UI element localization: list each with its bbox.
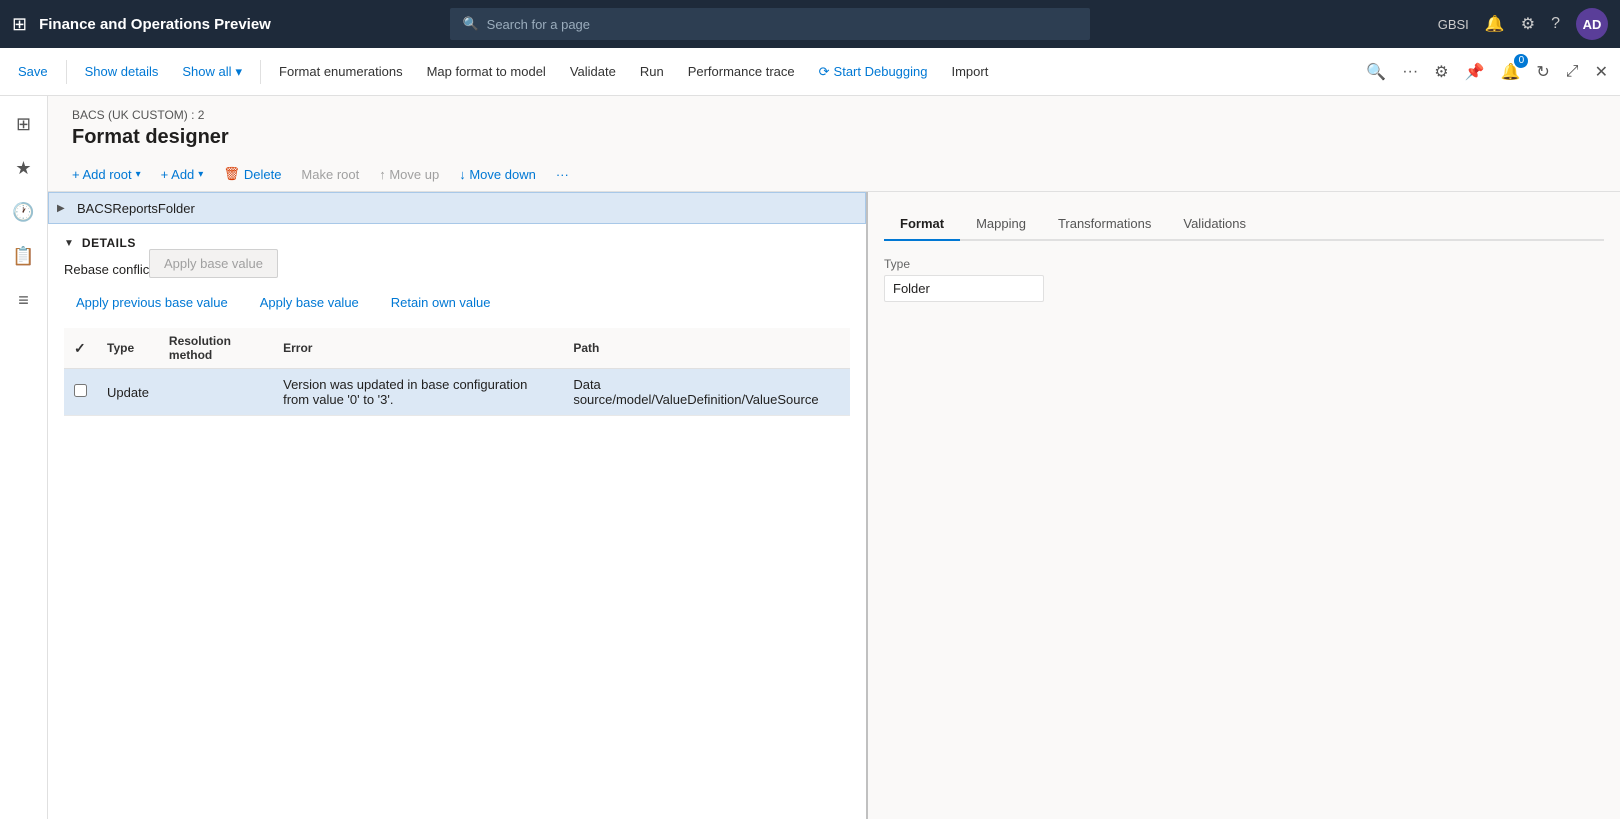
save-button[interactable]: Save <box>8 58 58 85</box>
more-options-button[interactable]: ··· <box>548 162 577 187</box>
details-header[interactable]: ▼ DETAILS <box>64 236 850 250</box>
page-title: Format designer <box>72 126 1596 149</box>
settings-icon[interactable]: ⚙ <box>1430 58 1452 86</box>
details-title: DETAILS <box>82 236 136 250</box>
apply-base-value-button[interactable]: Apply base value <box>248 289 371 316</box>
error-cell: Version was updated in base configuratio… <box>273 369 563 416</box>
expand-icon[interactable]: ⤢ <box>1562 59 1583 85</box>
path-cell: Data source/model/ValueDefinition/ValueS… <box>563 369 850 416</box>
sidebar-menu-icon[interactable]: ≡ <box>4 280 44 320</box>
search-bar[interactable]: 🔍 <box>450 8 1090 40</box>
page-header: BACS (UK CUSTOM) : 2 Format designer <box>48 96 1620 157</box>
table-row[interactable]: Update Version was updated in base confi… <box>64 369 850 416</box>
add-root-button[interactable]: + Add root ▾ <box>64 162 149 187</box>
col-type-header: Type <box>97 328 159 369</box>
main-layout: ⊞ ★ 🕐 📋 ≡ BACS (UK CUSTOM) : 2 Format de… <box>0 96 1620 819</box>
col-resolved-header: ✓ <box>64 328 97 369</box>
run-button[interactable]: Run <box>630 58 674 85</box>
start-debugging-button[interactable]: ⟳ Start Debugging <box>809 58 938 86</box>
type-label: Type <box>884 257 1604 271</box>
tab-mapping[interactable]: Mapping <box>960 208 1042 241</box>
apply-previous-base-value-button[interactable]: Apply previous base value <box>64 289 240 316</box>
import-button[interactable]: Import <box>941 58 998 85</box>
retain-own-value-button[interactable]: Retain own value <box>379 289 503 316</box>
show-all-button[interactable]: Show all ▾ <box>172 58 252 86</box>
user-code: GBSI <box>1438 17 1469 32</box>
sidebar-home-icon[interactable]: ⊞ <box>4 104 44 144</box>
tree-item-label: BACSReportsFolder <box>77 201 195 216</box>
sep1 <box>66 60 67 84</box>
grid-icon[interactable]: ⊞ <box>12 14 27 35</box>
validate-button[interactable]: Validate <box>560 58 626 85</box>
add-chevron: ▾ <box>198 169 203 180</box>
search-icon-toolbar[interactable]: 🔍 <box>1362 58 1390 86</box>
top-bar-right: GBSI 🔔 ⚙ ? AD <box>1438 8 1608 40</box>
add-button[interactable]: + Add ▾ <box>153 162 212 187</box>
search-icon: 🔍 <box>462 16 478 32</box>
resolved-cell <box>64 369 97 416</box>
left-sidebar: ⊞ ★ 🕐 📋 ≡ <box>0 96 48 819</box>
move-down-button[interactable]: ↓ Move down <box>451 162 544 187</box>
details-collapse-icon: ▼ <box>64 238 74 249</box>
type-property: Type Folder <box>884 257 1604 302</box>
gear-icon[interactable]: ⚙ <box>1521 14 1535 34</box>
apply-base-value-popup: Apply base value <box>149 249 278 278</box>
sidebar-workspaces-icon[interactable]: 📋 <box>4 236 44 276</box>
sidebar-favorites-icon[interactable]: ★ <box>4 148 44 188</box>
tab-validations[interactable]: Validations <box>1167 208 1262 241</box>
select-all-checkbox[interactable]: ✓ <box>74 340 86 356</box>
details-section: ▼ DETAILS Rebase conflicts (1) Apply bas… <box>48 224 866 428</box>
expand-icon: ▶ <box>57 203 73 214</box>
resolution-method-cell <box>159 369 273 416</box>
main-toolbar: Save Show details Show all ▾ Format enum… <box>0 48 1620 96</box>
notification-badge-icon[interactable]: 🔔 0 <box>1496 58 1524 86</box>
map-format-button[interactable]: Map format to model <box>417 58 556 85</box>
type-value: Folder <box>884 275 1044 302</box>
content-split: ▶ BACSReportsFolder ▼ DETAILS Rebase con… <box>48 192 1620 819</box>
app-title: Finance and Operations Preview <box>39 16 271 33</box>
close-icon[interactable]: ✕ <box>1591 58 1612 86</box>
resolved-checkbox[interactable] <box>74 384 87 397</box>
avatar[interactable]: AD <box>1576 8 1608 40</box>
pin-icon[interactable]: 📌 <box>1461 58 1489 86</box>
tab-transformations[interactable]: Transformations <box>1042 208 1167 241</box>
toolbar-right-icons: 🔍 ··· ⚙ 📌 🔔 0 ↻ ⤢ ✕ <box>1362 58 1612 86</box>
format-tabs: Format Mapping Transformations Validatio… <box>884 208 1604 241</box>
make-root-button: Make root <box>293 162 367 187</box>
col-path-header: Path <box>563 328 850 369</box>
show-all-chevron: ▾ <box>236 64 243 80</box>
add-root-chevron: ▾ <box>136 169 141 180</box>
more-icon[interactable]: ··· <box>1398 59 1422 85</box>
performance-trace-button[interactable]: Performance trace <box>678 58 805 85</box>
refresh-icon[interactable]: ↻ <box>1532 58 1553 86</box>
props-panel: Format Mapping Transformations Validatio… <box>868 192 1620 819</box>
action-buttons: Apply base value Apply previous base val… <box>64 289 850 316</box>
move-up-button: ↑ Move up <box>371 162 447 187</box>
top-bar: ⊞ Finance and Operations Preview 🔍 GBSI … <box>0 0 1620 48</box>
type-cell: Update <box>97 369 159 416</box>
help-icon[interactable]: ? <box>1551 15 1560 33</box>
format-toolbar: + Add root ▾ + Add ▾ 🗑 Delete Make root … <box>48 157 1620 192</box>
show-details-button[interactable]: Show details <box>75 58 169 85</box>
col-resolution-method-header: Resolution method <box>159 328 273 369</box>
content-area: BACS (UK CUSTOM) : 2 Format designer + A… <box>48 96 1620 819</box>
tab-format[interactable]: Format <box>884 208 960 241</box>
tree-panel: ▶ BACSReportsFolder ▼ DETAILS Rebase con… <box>48 192 868 819</box>
sidebar-recent-icon[interactable]: 🕐 <box>4 192 44 232</box>
conflicts-table: ✓ Type Resolution method Error <box>64 328 850 416</box>
delete-button[interactable]: 🗑 Delete <box>215 161 289 187</box>
bell-icon[interactable]: 🔔 <box>1485 14 1505 34</box>
sep2 <box>260 60 261 84</box>
breadcrumb: BACS (UK CUSTOM) : 2 <box>72 108 1596 122</box>
search-input[interactable] <box>487 17 1079 32</box>
tree-item-bacsreportsfolder[interactable]: ▶ BACSReportsFolder <box>48 192 866 224</box>
format-enumerations-button[interactable]: Format enumerations <box>269 58 413 85</box>
col-error-header: Error <box>273 328 563 369</box>
